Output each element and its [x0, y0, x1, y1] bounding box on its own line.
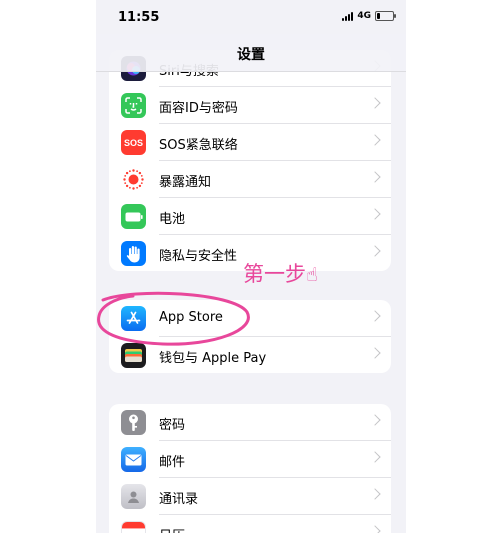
status-time: 11:55	[118, 10, 160, 25]
annotation-step-text: 第一步	[243, 262, 306, 286]
face-id-icon	[121, 93, 146, 118]
settings-row-label: 隐私与安全性	[159, 249, 238, 264]
settings-row-label: 暴露通知	[159, 175, 212, 190]
exposure-notification-icon	[121, 167, 146, 192]
sos-icon: SOS	[121, 130, 146, 155]
cellular-signal-icon	[342, 11, 354, 21]
chevron-right-icon	[369, 414, 381, 426]
chevron-right-icon	[369, 245, 381, 257]
settings-row-mail[interactable]: 邮件	[109, 441, 391, 478]
settings-group-security: Siri与搜索 面容ID与密码 SOS SOS紧急联络	[109, 50, 391, 271]
settings-row-exposure[interactable]: 暴露通知	[109, 161, 391, 198]
settings-row-label: 电池	[159, 212, 186, 227]
settings-row-passwords[interactable]: 密码	[109, 404, 391, 441]
settings-row-contacts[interactable]: 通讯录	[109, 478, 391, 515]
settings-row-label: 日历	[159, 525, 185, 533]
settings-row-label: 面容ID与密码	[159, 101, 238, 116]
nav-divider-overlay	[96, 71, 406, 72]
chevron-right-icon	[369, 488, 381, 500]
annotation-step-label: 第一步☝	[243, 258, 318, 288]
battery-icon	[121, 204, 146, 229]
chevron-right-icon	[369, 347, 381, 359]
contacts-icon	[121, 484, 146, 509]
annotation-circle	[97, 291, 250, 346]
settings-row-battery[interactable]: 电池	[109, 198, 391, 235]
page-title-overlay: 设置	[237, 47, 265, 63]
pointing-hand-icon: ☝	[306, 264, 318, 286]
chevron-right-icon	[369, 171, 381, 183]
mail-icon	[121, 447, 146, 472]
calendar-icon	[121, 521, 146, 533]
settings-row-label: 密码	[159, 418, 186, 433]
settings-row-label: 通讯录	[159, 492, 199, 507]
settings-row-calendar[interactable]: 日历	[109, 515, 391, 533]
chevron-right-icon	[369, 134, 381, 146]
settings-row-label: SOS紧急联络	[159, 138, 238, 153]
chevron-right-icon	[369, 97, 381, 109]
network-type: 4G	[357, 11, 371, 21]
settings-row-face-id[interactable]: 面容ID与密码	[109, 87, 391, 124]
settings-row-sos[interactable]: SOS SOS紧急联络	[109, 124, 391, 161]
chevron-right-icon	[369, 525, 381, 533]
status-indicators: 4G	[342, 11, 396, 21]
battery-status-icon	[375, 11, 396, 21]
settings-row-label: 邮件	[159, 455, 186, 470]
key-icon	[121, 410, 146, 435]
chevron-right-icon	[369, 310, 381, 322]
status-bar: 11:55 4G	[96, 0, 406, 34]
settings-group-apps: 密码 邮件 通讯录	[109, 404, 391, 533]
hand-icon	[121, 241, 146, 266]
chevron-right-icon	[369, 451, 381, 463]
chevron-right-icon	[369, 208, 381, 220]
